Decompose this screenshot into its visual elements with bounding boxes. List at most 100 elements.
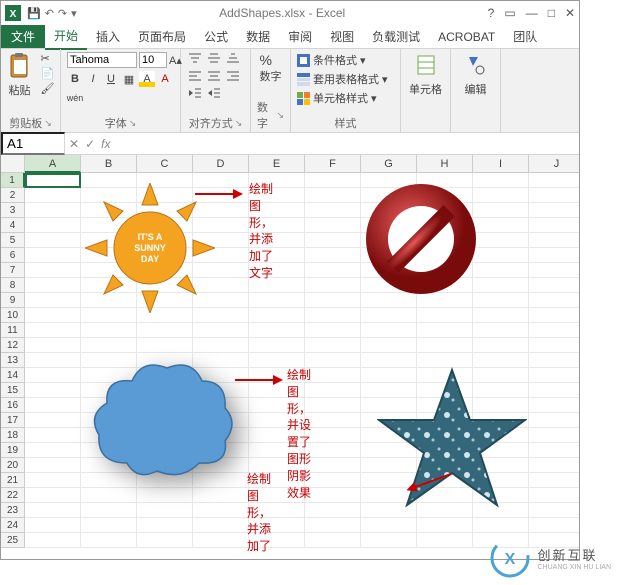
align-launcher-icon[interactable]: ↘: [235, 118, 243, 129]
cell[interactable]: [529, 353, 579, 368]
cell[interactable]: [529, 473, 579, 488]
col-header-J[interactable]: J: [529, 155, 579, 173]
row-header-19[interactable]: 19: [1, 443, 25, 458]
tab-view[interactable]: 视图: [321, 24, 363, 49]
cell[interactable]: [81, 488, 137, 503]
cell[interactable]: [305, 233, 361, 248]
cell[interactable]: [25, 263, 81, 278]
col-header-B[interactable]: B: [81, 155, 137, 173]
cell[interactable]: [137, 533, 193, 548]
help-icon[interactable]: ?: [488, 6, 495, 20]
cell[interactable]: [25, 188, 81, 203]
number-format-button[interactable]: % 数字: [260, 52, 282, 84]
cell[interactable]: [473, 278, 529, 293]
tab-home[interactable]: 开始: [45, 23, 87, 50]
font-color-button[interactable]: A: [157, 71, 173, 87]
row-header-3[interactable]: 3: [1, 203, 25, 218]
cell[interactable]: [529, 368, 579, 383]
cell[interactable]: [361, 518, 417, 533]
cell[interactable]: [473, 293, 529, 308]
close-icon[interactable]: ✕: [565, 6, 575, 20]
font-launcher-icon[interactable]: ↘: [129, 118, 137, 129]
cell[interactable]: [81, 338, 137, 353]
cell[interactable]: [25, 473, 81, 488]
cell[interactable]: [193, 323, 249, 338]
cell[interactable]: [193, 338, 249, 353]
increase-font-icon[interactable]: A▴: [169, 52, 182, 68]
cell[interactable]: [25, 503, 81, 518]
cell[interactable]: [305, 383, 361, 398]
cell[interactable]: [305, 443, 361, 458]
align-middle-icon[interactable]: [206, 52, 222, 66]
cell[interactable]: [137, 488, 193, 503]
fx-enter-icon[interactable]: ✓: [85, 137, 95, 151]
cell[interactable]: [529, 428, 579, 443]
row-header-12[interactable]: 12: [1, 338, 25, 353]
cell[interactable]: [25, 458, 81, 473]
cell[interactable]: [25, 233, 81, 248]
cell[interactable]: [529, 458, 579, 473]
cell[interactable]: [81, 503, 137, 518]
tab-review[interactable]: 审阅: [279, 24, 321, 49]
cell[interactable]: [417, 323, 473, 338]
cell[interactable]: [305, 353, 361, 368]
cell[interactable]: [25, 218, 81, 233]
cell[interactable]: [473, 308, 529, 323]
tab-loadtest[interactable]: 负载测试: [363, 24, 429, 49]
cell[interactable]: [529, 503, 579, 518]
prohibition-shape[interactable]: [361, 179, 481, 299]
row-header-24[interactable]: 24: [1, 518, 25, 533]
border-button[interactable]: ▦: [121, 71, 137, 87]
format-painter-icon[interactable]: 🖌: [41, 82, 55, 95]
cell[interactable]: [25, 383, 81, 398]
bold-button[interactable]: B: [67, 71, 83, 87]
col-header-I[interactable]: I: [473, 155, 529, 173]
cell[interactable]: [137, 323, 193, 338]
fill-color-button[interactable]: A: [139, 71, 155, 87]
row-header-2[interactable]: 2: [1, 188, 25, 203]
row-header-16[interactable]: 16: [1, 398, 25, 413]
cell[interactable]: [305, 218, 361, 233]
col-header-E[interactable]: E: [249, 155, 305, 173]
tab-pagelayout[interactable]: 页面布局: [129, 24, 195, 49]
cell[interactable]: [417, 518, 473, 533]
ruby-button[interactable]: wén: [67, 90, 83, 106]
cell[interactable]: [361, 323, 417, 338]
cell[interactable]: [473, 338, 529, 353]
row-header-17[interactable]: 17: [1, 413, 25, 428]
cell[interactable]: [305, 533, 361, 548]
cell[interactable]: [473, 248, 529, 263]
cell[interactable]: [529, 443, 579, 458]
cell[interactable]: [529, 248, 579, 263]
edit-button[interactable]: 编辑: [465, 52, 487, 97]
select-all-corner[interactable]: [1, 155, 25, 173]
row-header-13[interactable]: 13: [1, 353, 25, 368]
cell[interactable]: [473, 323, 529, 338]
cell[interactable]: [529, 488, 579, 503]
cell[interactable]: [193, 488, 249, 503]
col-header-D[interactable]: D: [193, 155, 249, 173]
cell[interactable]: [473, 188, 529, 203]
cell[interactable]: [25, 353, 81, 368]
tab-acrobat[interactable]: ACROBAT: [429, 26, 504, 48]
tab-data[interactable]: 数据: [237, 24, 279, 49]
italic-button[interactable]: I: [85, 71, 101, 87]
cell[interactable]: [529, 338, 579, 353]
cell[interactable]: [305, 203, 361, 218]
row-header-7[interactable]: 7: [1, 263, 25, 278]
cell[interactable]: [25, 248, 81, 263]
col-header-G[interactable]: G: [361, 155, 417, 173]
cell[interactable]: [305, 518, 361, 533]
maximize-icon[interactable]: □: [548, 6, 555, 20]
row-header-5[interactable]: 5: [1, 233, 25, 248]
cell[interactable]: [305, 368, 361, 383]
qat-undo-icon[interactable]: ↶: [45, 7, 54, 20]
col-header-C[interactable]: C: [137, 155, 193, 173]
align-top-icon[interactable]: [187, 52, 203, 66]
col-header-H[interactable]: H: [417, 155, 473, 173]
col-header-F[interactable]: F: [305, 155, 361, 173]
cell[interactable]: [249, 353, 305, 368]
cell[interactable]: [81, 518, 137, 533]
row-header-9[interactable]: 9: [1, 293, 25, 308]
cell[interactable]: [249, 338, 305, 353]
